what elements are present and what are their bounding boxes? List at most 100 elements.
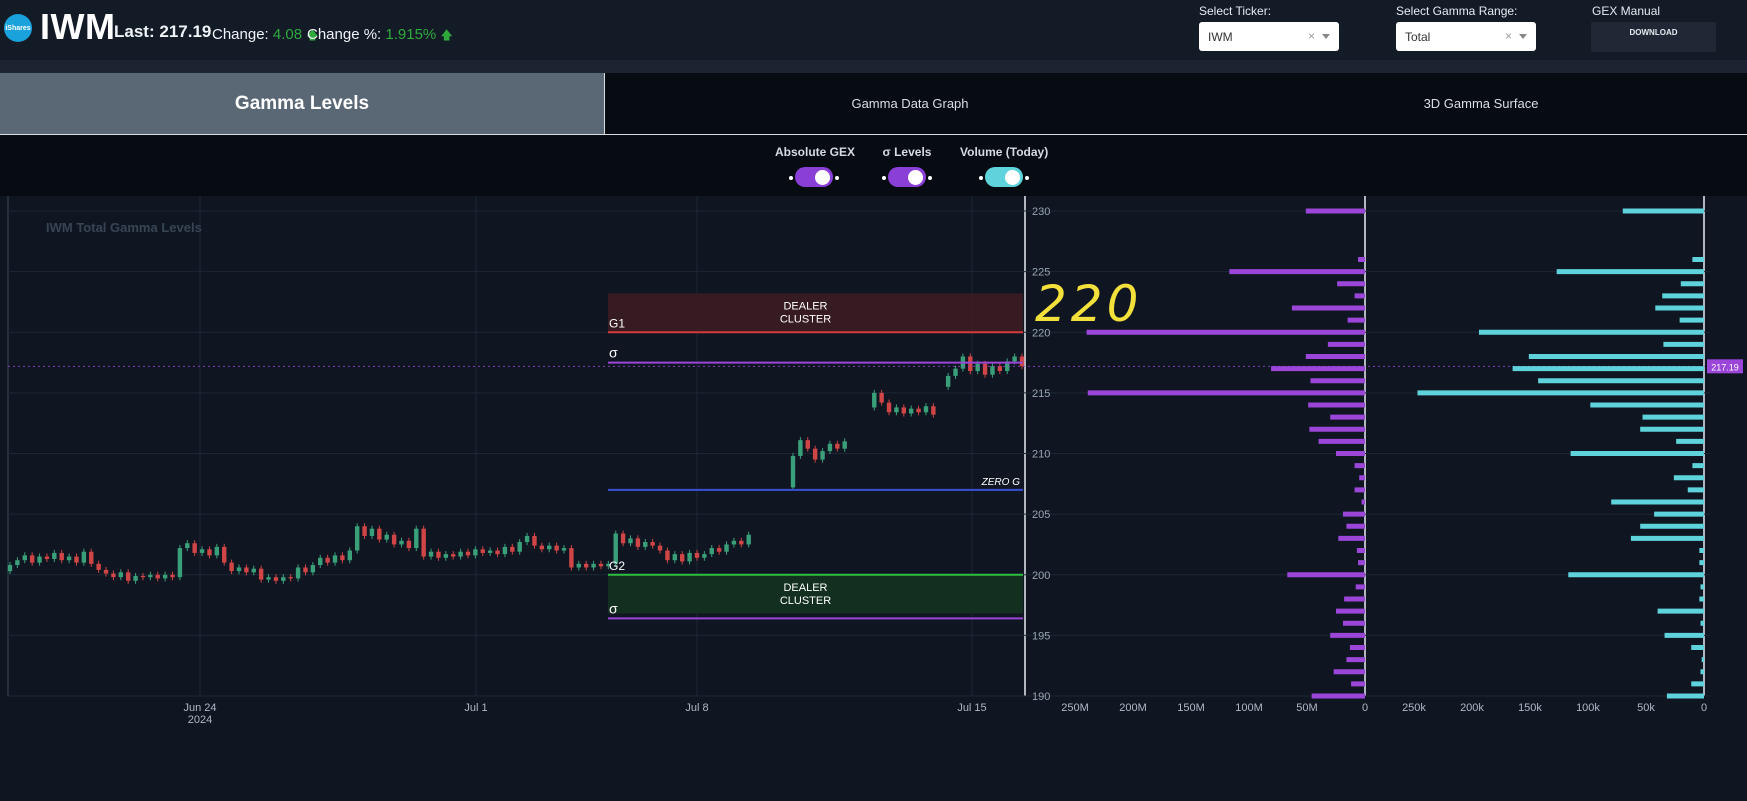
- candle-body: [982, 363, 988, 375]
- dealer-cluster-label: CLUSTER: [780, 595, 831, 607]
- candle-body: [37, 556, 42, 563]
- gex-manual-label: GEX Manual: [1592, 4, 1661, 18]
- select-ticker-label: Select Ticker:: [1199, 4, 1272, 18]
- chart-title: IWM Total Gamma Levels: [46, 220, 202, 235]
- candle-body: [354, 526, 360, 551]
- sigma-level-label: σ: [609, 345, 618, 361]
- ishares-logo: iShares: [4, 14, 32, 42]
- candle-body: [894, 407, 899, 413]
- x-tick-label: Jul 1: [464, 702, 487, 714]
- gex-bar: [1354, 487, 1365, 493]
- download-button[interactable]: DOWNLOAD: [1591, 22, 1716, 52]
- gex-bar: [1342, 620, 1365, 626]
- tab-3d-gamma-surface[interactable]: 3D Gamma Surface: [1215, 73, 1747, 134]
- volume-bar: [1570, 451, 1704, 456]
- chevron-down-icon[interactable]: [1519, 34, 1527, 39]
- volume-bar: [1663, 341, 1704, 347]
- volume-bar: [1699, 596, 1704, 602]
- candle-body: [643, 542, 648, 547]
- chart-canvas[interactable]: 230225220215210205200195190Jun 242024Jul…: [0, 196, 1747, 801]
- gex-bar: [1359, 475, 1365, 481]
- candle-body: [340, 555, 345, 561]
- candle-body: [133, 575, 138, 581]
- gex-bar: [1287, 572, 1365, 578]
- gex-bar: [1354, 463, 1365, 469]
- candle-body: [318, 557, 323, 566]
- candle-body: [207, 549, 212, 556]
- sigma-levels-switch[interactable]: [888, 167, 926, 187]
- volume-bar: [1701, 657, 1704, 663]
- gex-bar: [1358, 257, 1365, 262]
- candle-body: [554, 545, 559, 551]
- volume-bar: [1556, 269, 1704, 275]
- switch-knob: [1005, 170, 1020, 185]
- candle-body: [222, 546, 227, 563]
- gamma-range-select-value: Total: [1405, 30, 1431, 44]
- candle-body: [251, 568, 256, 573]
- candle-body: [266, 577, 271, 580]
- candle-body: [510, 546, 515, 552]
- candle-body: [384, 534, 389, 540]
- tab-gamma-levels[interactable]: Gamma Levels: [0, 73, 605, 134]
- header-bar: iShares IWM Last: 217.19 Change: 4.08 🡅 …: [0, 0, 1747, 60]
- candle-body: [399, 540, 404, 545]
- gex-bar: [1358, 560, 1365, 566]
- volume-axis-tick: 50k: [1637, 702, 1655, 714]
- toggle-dot-icon: [835, 176, 839, 180]
- sigma-level-label: σ: [609, 600, 618, 616]
- candle-body: [901, 407, 907, 414]
- candle-body: [908, 408, 914, 414]
- volume-bar: [1512, 366, 1704, 372]
- gex-bar: [1291, 305, 1365, 311]
- logo-text: iShares: [5, 24, 31, 32]
- volume-axis-tick: 100k: [1576, 702, 1600, 714]
- candle-body: [118, 572, 124, 578]
- candle-body: [680, 554, 685, 562]
- volume-bar: [1692, 463, 1704, 469]
- candle-body: [192, 543, 197, 553]
- candle-body: [22, 555, 27, 561]
- change-pct-value: 1.915%: [385, 26, 437, 43]
- ticker-select[interactable]: IWM ×: [1199, 22, 1339, 51]
- candle-body: [842, 441, 847, 449]
- sigma-levels-label: σ Levels: [882, 145, 932, 159]
- chevron-down-icon[interactable]: [1322, 34, 1330, 39]
- clear-icon[interactable]: ×: [1308, 29, 1315, 43]
- y-tick-label: 230: [1032, 206, 1050, 218]
- gex-bar: [1309, 426, 1365, 432]
- absolute-gex-switch[interactable]: [795, 167, 833, 187]
- candle-body: [650, 542, 655, 546]
- candle-body: [628, 538, 633, 544]
- g2-level-label: G2: [609, 559, 625, 573]
- volume-bar: [1673, 475, 1704, 481]
- volume-today-switch[interactable]: [985, 167, 1023, 187]
- candle-body: [347, 550, 352, 561]
- candle-body: [421, 528, 426, 557]
- gex-bar: [1327, 341, 1365, 347]
- g1-level-label: G1: [609, 316, 625, 330]
- candle-body: [702, 554, 707, 558]
- candle-body: [665, 550, 670, 561]
- gex-bar: [1337, 281, 1365, 287]
- candle-body: [465, 551, 471, 556]
- volume-bar: [1611, 499, 1704, 505]
- candle-body: [709, 548, 714, 555]
- candle-body: [288, 577, 293, 579]
- candle-body: [362, 526, 367, 536]
- candle-body: [185, 543, 190, 549]
- volume-axis-tick: 250k: [1402, 702, 1426, 714]
- gamma-levels-chart[interactable]: 230 225 220 215 210 205 200 195 190 Jun 24 2024 Jul…: [0, 196, 1747, 801]
- candle-body: [495, 550, 500, 555]
- gamma-range-select[interactable]: Total ×: [1396, 22, 1536, 51]
- y-tick-label: 215: [1032, 388, 1050, 400]
- switch-knob: [908, 170, 923, 185]
- clear-icon[interactable]: ×: [1505, 29, 1512, 43]
- candle-body: [805, 440, 810, 449]
- candle-body: [524, 535, 530, 543]
- gex-bar: [1318, 438, 1365, 444]
- candle-body: [532, 535, 537, 546]
- tab-gamma-data-graph[interactable]: Gamma Data Graph: [605, 73, 1215, 134]
- gex-bar: [1330, 414, 1365, 420]
- gex-bar: [1342, 511, 1365, 517]
- candle-body: [214, 546, 220, 556]
